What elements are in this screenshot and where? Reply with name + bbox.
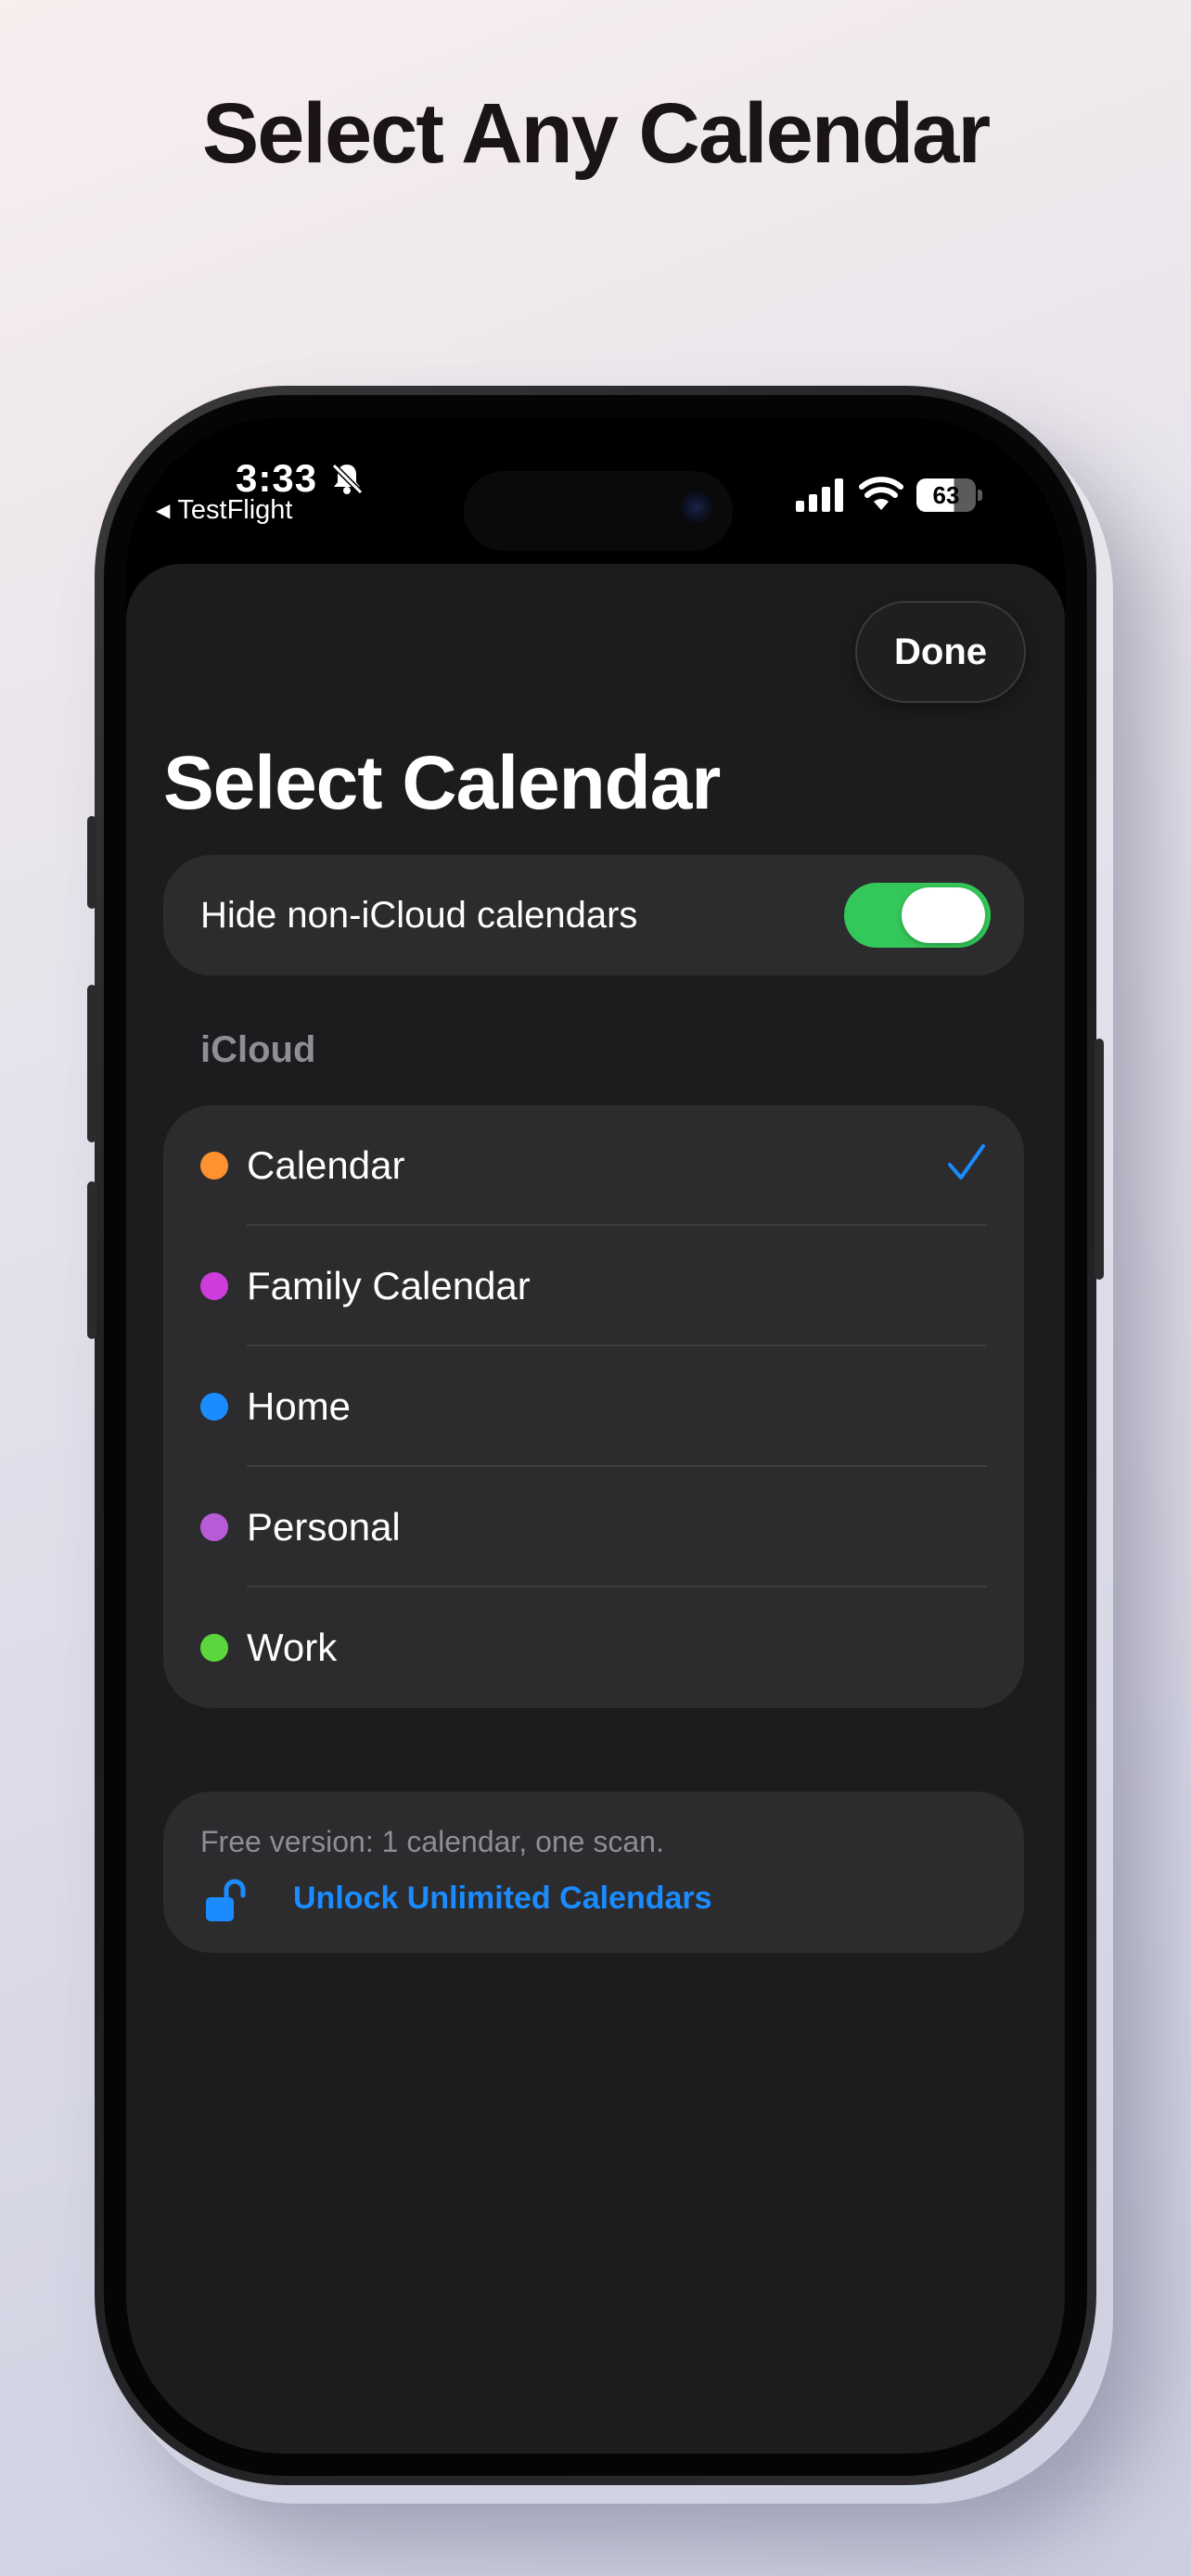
calendar-row-family-calendar[interactable]: Family Calendar	[163, 1226, 1024, 1346]
back-to-app-link[interactable]: ◀ TestFlight	[156, 495, 293, 526]
calendar-name: Family Calendar	[247, 1264, 531, 1307]
calendar-color-dot	[200, 1152, 228, 1180]
calendar-name: Personal	[247, 1505, 401, 1549]
section-header-icloud: iCloud	[200, 1029, 316, 1070]
hide-non-icloud-row: Hide non-iCloud calendars	[163, 855, 1024, 976]
toggle-knob	[902, 887, 985, 943]
wifi-icon	[859, 477, 903, 510]
done-button[interactable]: Done	[855, 601, 1026, 703]
calendar-name: Home	[247, 1384, 352, 1428]
back-app-label: TestFlight	[177, 495, 293, 525]
calendar-row-personal[interactable]: Personal	[163, 1467, 1024, 1588]
unlock-unlimited-link[interactable]: Unlock Unlimited Calendars	[293, 1881, 712, 1917]
cellular-signal-icon	[796, 478, 843, 512]
phone-screen: 3:33 ◀ TestFlight 63 Done Select Calenda…	[126, 417, 1065, 2454]
calendar-row-calendar[interactable]: Calendar	[163, 1105, 1024, 1226]
calendar-color-dot	[200, 1634, 228, 1662]
battery-percent: 63	[932, 481, 960, 509]
calendar-list: Calendar Family Calendar Home Personal W…	[163, 1105, 1024, 1708]
calendar-row-home[interactable]: Home	[163, 1346, 1024, 1467]
calendar-color-dot	[200, 1393, 228, 1421]
toggle-label: Hide non-iCloud calendars	[200, 895, 638, 936]
back-arrow-icon: ◀	[156, 501, 171, 521]
volume-up-button	[87, 985, 96, 1142]
calendar-name: Work	[247, 1626, 338, 1669]
checkmark-icon	[948, 1144, 985, 1180]
select-calendar-sheet: Done Select Calendar Hide non-iCloud cal…	[126, 564, 1065, 2454]
free-version-note: Free version: 1 calendar, one scan.	[200, 1825, 664, 1858]
battery-tip	[978, 490, 982, 501]
sheet-title: Select Calendar	[163, 741, 721, 825]
battery-icon: 63	[916, 478, 983, 512]
calendar-color-dot	[200, 1513, 228, 1541]
hide-non-icloud-toggle[interactable]	[844, 883, 991, 948]
action-button	[87, 816, 96, 909]
calendar-row-work[interactable]: Work	[163, 1588, 1024, 1708]
lock-open-icon	[206, 1879, 246, 1921]
camera-icon	[681, 491, 712, 523]
status-time: 3:33	[236, 456, 318, 500]
volume-down-button	[87, 1181, 96, 1339]
bell-slash-icon	[331, 463, 364, 495]
marketing-headline: Select Any Calendar	[201, 86, 991, 181]
power-button	[1095, 1039, 1104, 1280]
calendar-color-dot	[200, 1272, 228, 1300]
calendar-name: Calendar	[247, 1143, 405, 1187]
upsell-card: Free version: 1 calendar, one scan. Unlo…	[163, 1792, 1024, 1953]
